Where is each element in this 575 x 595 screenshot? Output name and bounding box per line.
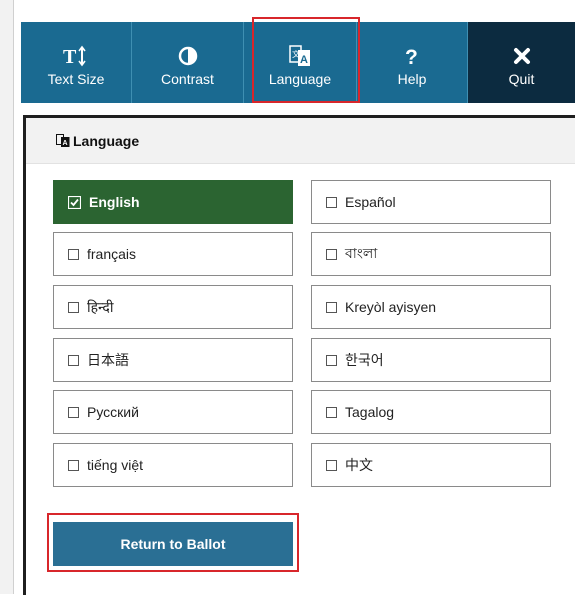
- checkbox-icon: [68, 248, 79, 260]
- checkbox-icon: [68, 459, 79, 471]
- language-option-label: Kreyòl ayisyen: [345, 299, 437, 315]
- return-button-highlight: [47, 513, 299, 572]
- quit-button[interactable]: Quit: [468, 22, 575, 103]
- language-button-highlight: [252, 17, 360, 103]
- language-option-japanese[interactable]: 日本語: [53, 338, 293, 382]
- contrast-button[interactable]: Contrast: [132, 22, 244, 103]
- language-option-francais[interactable]: français: [53, 232, 293, 276]
- language-option-bangla[interactable]: বাংলা: [311, 232, 551, 276]
- window-left-border: [0, 0, 14, 594]
- language-option-label: Español: [345, 194, 396, 210]
- contrast-icon: [178, 43, 198, 69]
- svg-text:?: ?: [405, 46, 418, 67]
- language-option-russian[interactable]: Русский: [53, 390, 293, 434]
- text-size-icon: T: [63, 43, 89, 69]
- language-option-label: Tagalog: [345, 404, 395, 420]
- checkbox-icon: [68, 301, 79, 313]
- language-option-tagalog[interactable]: Tagalog: [311, 390, 551, 434]
- language-option-label: 日本語: [87, 352, 129, 368]
- language-option-label: English: [89, 194, 140, 210]
- language-option-label: français: [87, 246, 137, 262]
- language-option-korean[interactable]: 한국어: [311, 338, 551, 382]
- language-option-vietnamese[interactable]: tiếng việt: [53, 443, 293, 487]
- svg-text:A: A: [63, 140, 68, 147]
- language-option-label: বাংলা: [345, 245, 378, 261]
- quit-label: Quit: [508, 70, 535, 87]
- language-option-label: हिन्दी: [87, 298, 114, 315]
- question-mark-icon: ?: [404, 43, 420, 69]
- language-option-espanol[interactable]: Español: [311, 180, 551, 224]
- text-size-button[interactable]: T Text Size: [21, 22, 132, 103]
- checkbox-checked-icon: [68, 195, 81, 209]
- checkbox-icon: [68, 406, 79, 418]
- close-icon: [513, 43, 531, 69]
- checkbox-icon: [326, 406, 337, 418]
- checkbox-icon: [68, 354, 79, 366]
- language-option-label: 한국어: [345, 352, 384, 368]
- text-size-label: Text Size: [47, 70, 105, 87]
- help-button[interactable]: ? Help: [357, 22, 468, 103]
- checkbox-icon: [326, 248, 337, 260]
- language-option-label: tiếng việt: [87, 457, 144, 473]
- translate-icon: A: [56, 134, 70, 147]
- panel-title: Language: [73, 132, 140, 149]
- language-option-label: 中文: [345, 457, 373, 473]
- panel-header: A Language: [26, 118, 575, 164]
- language-option-hindi[interactable]: हिन्दी: [53, 285, 293, 329]
- language-option-label: Русский: [87, 404, 139, 420]
- checkbox-icon: [326, 196, 337, 208]
- checkbox-icon: [326, 354, 337, 366]
- language-option-chinese[interactable]: 中文: [311, 443, 551, 487]
- window-left-edge: [13, 0, 14, 594]
- svg-text:T: T: [63, 46, 77, 67]
- help-label: Help: [397, 70, 427, 87]
- checkbox-icon: [326, 459, 337, 471]
- language-option-english[interactable]: English: [53, 180, 293, 224]
- contrast-label: Contrast: [161, 70, 214, 87]
- language-option-kreyol[interactable]: Kreyòl ayisyen: [311, 285, 551, 329]
- checkbox-icon: [326, 301, 337, 313]
